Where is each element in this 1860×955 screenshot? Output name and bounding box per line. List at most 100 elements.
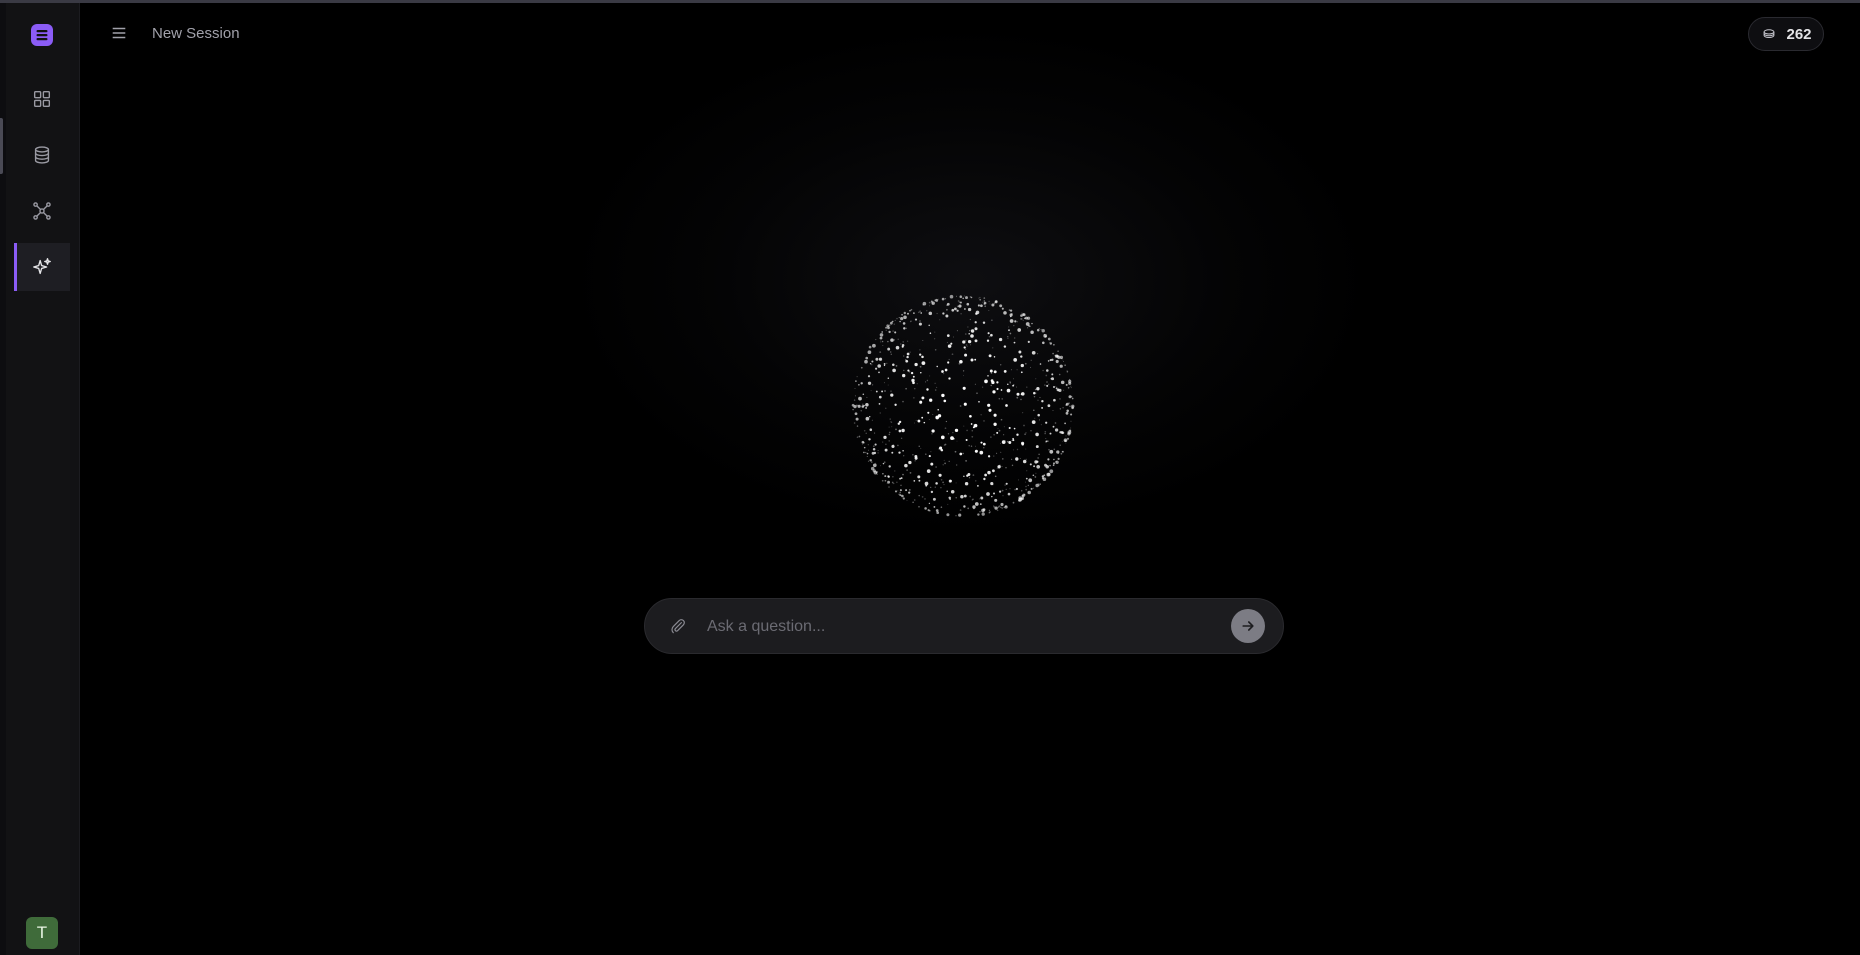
sphere-particle bbox=[913, 422, 915, 424]
sphere-particle bbox=[996, 452, 998, 454]
sphere-particle bbox=[1070, 427, 1072, 429]
sphere-particle bbox=[1025, 432, 1027, 434]
sphere-particle bbox=[918, 445, 920, 447]
sphere-particle bbox=[1052, 410, 1054, 411]
sphere-particle bbox=[887, 347, 891, 351]
question-input[interactable] bbox=[705, 611, 1209, 643]
sphere-particle bbox=[880, 340, 882, 342]
sphere-particle bbox=[1011, 313, 1013, 315]
sphere-particle bbox=[940, 486, 942, 489]
sphere-particle bbox=[970, 329, 975, 333]
sphere-particle bbox=[871, 419, 873, 421]
sphere-particle bbox=[882, 441, 884, 443]
sphere-particle bbox=[980, 304, 983, 308]
sphere-particle bbox=[948, 479, 952, 483]
sphere-particle bbox=[1003, 426, 1005, 428]
sphere-particle bbox=[883, 362, 886, 365]
sphere-particle bbox=[891, 444, 895, 448]
sphere-particle bbox=[853, 422, 856, 424]
sphere-particle bbox=[864, 359, 868, 364]
user-avatar[interactable]: T bbox=[26, 917, 58, 949]
sphere-particle bbox=[979, 298, 982, 301]
sphere-particle bbox=[914, 460, 916, 462]
sphere-particle bbox=[1023, 317, 1026, 320]
sphere-particle bbox=[1064, 439, 1067, 442]
sphere-particle bbox=[946, 308, 948, 311]
sphere-particle bbox=[902, 341, 905, 343]
sphere-particle bbox=[1041, 475, 1044, 477]
sphere-particle bbox=[935, 466, 937, 468]
sphere-particle bbox=[906, 355, 909, 359]
sphere-particle bbox=[872, 448, 876, 451]
sphere-particle bbox=[1030, 487, 1033, 490]
sphere-particle bbox=[942, 481, 944, 484]
sidebar-item-dashboard[interactable] bbox=[14, 75, 70, 123]
sphere-particle bbox=[944, 298, 947, 300]
send-button[interactable] bbox=[1231, 609, 1265, 643]
sphere-particle bbox=[887, 475, 890, 478]
sphere-particle bbox=[1053, 386, 1055, 388]
sphere-particle bbox=[899, 320, 901, 323]
sphere-particle bbox=[989, 303, 991, 305]
sphere-particle bbox=[866, 396, 868, 398]
attach-file-button[interactable] bbox=[667, 615, 689, 637]
sphere-particle bbox=[892, 320, 894, 323]
sphere-particle bbox=[1008, 441, 1012, 444]
sphere-particle bbox=[918, 311, 920, 314]
sphere-particle bbox=[979, 498, 980, 500]
sphere-particle bbox=[901, 313, 903, 316]
sphere-particle bbox=[987, 403, 991, 407]
sphere-particle bbox=[946, 513, 950, 517]
sphere-particle bbox=[932, 413, 934, 415]
sphere-particle bbox=[926, 481, 928, 483]
sphere-particle bbox=[855, 380, 857, 382]
sphere-particle bbox=[951, 353, 954, 356]
sphere-particle bbox=[982, 321, 986, 324]
sphere-particle bbox=[959, 509, 962, 511]
sphere-particle bbox=[1025, 488, 1028, 491]
sphere-particle bbox=[1000, 364, 1002, 366]
sphere-particle bbox=[963, 494, 967, 498]
sphere-particle bbox=[962, 340, 966, 344]
sphere-particle bbox=[948, 460, 950, 463]
sphere-particle bbox=[1034, 417, 1036, 419]
sphere-particle bbox=[913, 499, 916, 501]
sphere-particle bbox=[1028, 478, 1033, 483]
sidebar-item-database[interactable] bbox=[14, 131, 70, 179]
sphere-particle bbox=[1013, 378, 1014, 380]
sphere-particle bbox=[1005, 505, 1007, 507]
sphere-particle bbox=[858, 396, 862, 401]
grid-icon bbox=[33, 90, 51, 108]
sphere-particle bbox=[934, 338, 936, 340]
app-logo-icon[interactable] bbox=[30, 23, 54, 47]
graph-nodes-icon bbox=[33, 202, 51, 220]
sphere-particle bbox=[1015, 386, 1018, 388]
sphere-particle bbox=[1069, 405, 1071, 408]
database-icon bbox=[34, 146, 50, 164]
sphere-particle bbox=[1016, 369, 1018, 371]
sphere-particle bbox=[989, 369, 993, 373]
sphere-particle bbox=[871, 360, 874, 363]
sphere-particle bbox=[993, 356, 996, 358]
menu-toggle-button[interactable] bbox=[108, 22, 130, 44]
sphere-particle bbox=[863, 446, 866, 449]
sphere-particle bbox=[928, 455, 931, 458]
sphere-particle bbox=[1021, 312, 1023, 314]
credits-badge[interactable]: 262 bbox=[1748, 17, 1824, 51]
sphere-particle bbox=[1040, 328, 1042, 331]
sphere-particle bbox=[899, 491, 902, 494]
sphere-particle bbox=[1024, 493, 1026, 496]
sphere-particle bbox=[929, 398, 933, 402]
particle-sphere-animation bbox=[851, 294, 1075, 517]
sphere-particle bbox=[923, 421, 926, 424]
sphere-particle bbox=[1008, 426, 1011, 430]
sphere-particle bbox=[1057, 457, 1060, 460]
sphere-particle bbox=[854, 412, 858, 416]
sphere-particle bbox=[1016, 433, 1019, 436]
sphere-particle bbox=[885, 407, 887, 409]
sphere-particle bbox=[918, 322, 922, 326]
sidebar-item-graph[interactable] bbox=[14, 187, 70, 235]
sidebar-item-ai-assistant[interactable] bbox=[14, 243, 70, 291]
sphere-particle bbox=[1029, 463, 1032, 466]
sphere-particle bbox=[942, 464, 944, 466]
